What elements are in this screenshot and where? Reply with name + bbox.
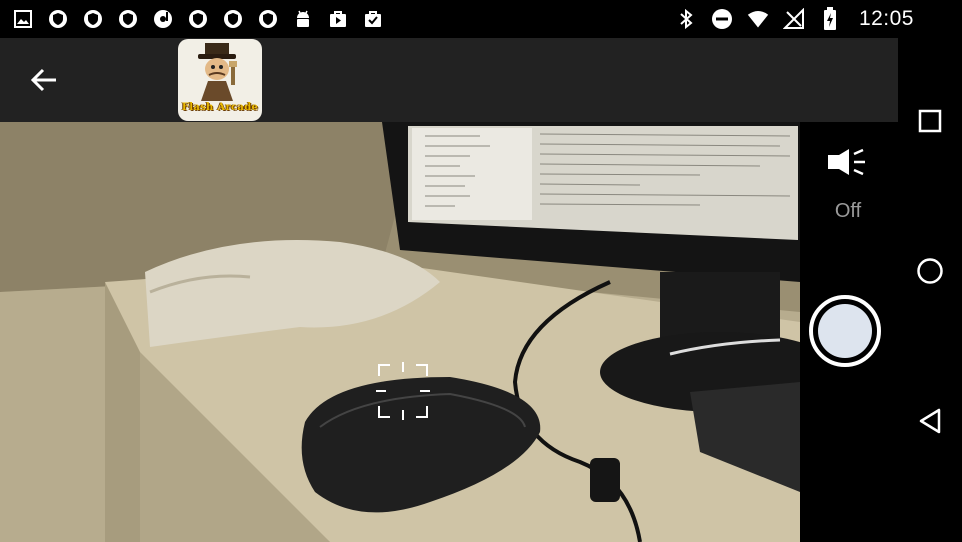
- recents-button[interactable]: [910, 101, 950, 141]
- vpn-shield-icon: [257, 8, 279, 30]
- focus-frame-icon: [376, 362, 430, 420]
- camera-preview[interactable]: [0, 122, 800, 542]
- android-icon: [292, 8, 314, 30]
- camera-scene-image: [0, 122, 800, 542]
- music-disc-icon: [152, 8, 174, 30]
- shutter-circle-icon: [818, 304, 872, 358]
- flashlight-icon: [828, 148, 865, 176]
- status-bar: 12:05: [0, 0, 962, 38]
- circle-icon: [917, 258, 943, 284]
- home-button[interactable]: [910, 251, 950, 291]
- no-signal-icon: [782, 8, 805, 30]
- back-button[interactable]: [22, 58, 66, 102]
- app-logo-text: Flash Arcade: [181, 102, 259, 113]
- do-not-disturb-icon: [711, 8, 733, 30]
- arrow-left-icon: [30, 68, 56, 92]
- bluetooth-icon: [675, 8, 697, 30]
- system-icons: 12:05: [675, 7, 914, 31]
- wifi-icon: [747, 8, 769, 30]
- vpn-shield-icon: [222, 8, 244, 30]
- app-toolbar: Flash Arcade: [0, 38, 898, 122]
- battery-charging-icon: [819, 7, 841, 30]
- vpn-shield-icon: [117, 8, 139, 30]
- shutter-button[interactable]: [809, 295, 881, 367]
- flash-toggle-button[interactable]: [822, 140, 872, 184]
- status-time: 12:05: [858, 7, 914, 30]
- download-check-icon: [362, 8, 384, 30]
- nav-back-button[interactable]: [910, 401, 950, 441]
- square-icon: [918, 109, 942, 133]
- gallery-icon: [12, 8, 34, 30]
- vpn-shield-icon: [187, 8, 209, 30]
- vpn-shield-icon: [47, 8, 69, 30]
- app-logo: Flash Arcade: [178, 39, 262, 121]
- vpn-shield-icon: [82, 8, 104, 30]
- flash-state-label: Off: [834, 200, 862, 222]
- notification-icons: [12, 8, 384, 30]
- play-store-icon: [327, 8, 349, 30]
- triangle-back-icon: [919, 408, 941, 434]
